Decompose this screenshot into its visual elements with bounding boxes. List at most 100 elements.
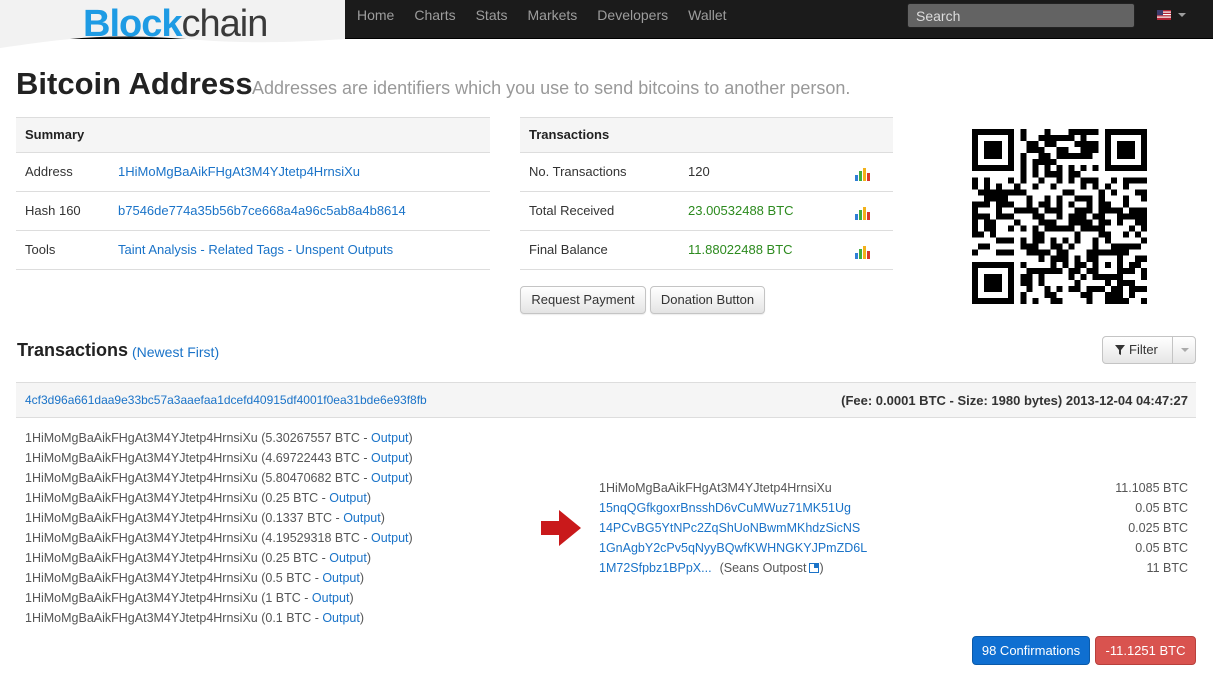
qr-module: [1092, 147, 1099, 154]
qr-module: [1086, 153, 1093, 160]
qr-module: [1128, 279, 1135, 286]
qr-module: [1014, 207, 1021, 214]
qr-module: [1020, 291, 1027, 298]
qr-module: [1032, 165, 1039, 172]
output-link[interactable]: Output: [329, 551, 367, 565]
qr-module: [1062, 237, 1069, 244]
qr-module: [972, 219, 979, 226]
request-payment-button[interactable]: Request Payment: [520, 286, 646, 314]
bar-chart-icon[interactable]: [855, 167, 871, 181]
hash160-link[interactable]: b7546de774a35b56b7ce668a4a96c5ab8a4b8614: [118, 192, 406, 230]
qr-module: [990, 231, 997, 238]
qr-module: [1110, 177, 1117, 184]
qr-module: [1038, 213, 1045, 220]
qr-module: [1080, 291, 1087, 298]
nav-stats[interactable]: Stats: [466, 0, 518, 30]
bar-chart-icon[interactable]: [855, 206, 871, 220]
output-address-link[interactable]: 14PCvBG5YtNPc2ZqShUoNBwmMKhdzSicNS: [599, 521, 860, 535]
output-link[interactable]: Output: [329, 491, 367, 505]
qr-module: [1098, 285, 1105, 292]
qr-module: [1038, 147, 1045, 154]
output-link[interactable]: Output: [343, 511, 381, 525]
qr-module: [1134, 213, 1141, 220]
qr-module: [1020, 135, 1027, 142]
transaction-hash-link[interactable]: 4cf3d96a661daa9e33bc57a3aaefaa1dcefd4091…: [25, 393, 427, 407]
nav-home[interactable]: Home: [347, 0, 404, 30]
net-amount-badge[interactable]: -11.1251 BTC: [1095, 636, 1196, 665]
qr-module: [1134, 189, 1141, 196]
input-row: 1HiMoMgBaAikFHgAt3M4YJtetp4HrnsiXu (5.80…: [25, 468, 413, 488]
qr-module: [1020, 225, 1027, 232]
qr-module: [1050, 267, 1057, 274]
qr-module: [1014, 183, 1021, 190]
qr-module: [1104, 261, 1111, 268]
related-tags-link[interactable]: Related Tags: [208, 242, 284, 257]
qr-module: [1128, 213, 1135, 220]
qr-module: [1068, 165, 1075, 172]
filter-caret-icon[interactable]: [1181, 348, 1189, 352]
qr-module: [984, 177, 991, 184]
logo[interactable]: Blockchain: [0, 0, 345, 48]
qr-module: [1038, 201, 1045, 208]
nav-charts[interactable]: Charts: [404, 0, 465, 30]
output-link[interactable]: Output: [371, 431, 409, 445]
input-close: ): [380, 511, 385, 525]
qr-module: [1008, 177, 1015, 184]
output-link[interactable]: Output: [371, 471, 409, 485]
summary-row-tools: Tools Taint Analysis - Related Tags - Un…: [16, 231, 490, 270]
nav-developers[interactable]: Developers: [587, 0, 678, 30]
qr-module: [1080, 261, 1087, 268]
output-link[interactable]: Output: [312, 591, 350, 605]
donation-button[interactable]: Donation Button: [650, 286, 765, 314]
qr-module: [1110, 207, 1117, 214]
unspent-outputs-link[interactable]: Unspent Outputs: [296, 242, 394, 257]
output-address-link[interactable]: 15nqQGfkgoxrBnsshD6vCuMWuz71MK51Ug: [599, 501, 851, 515]
filter-button[interactable]: Filter: [1102, 336, 1196, 364]
language-caret-icon[interactable]: [1178, 13, 1186, 17]
qr-module: [1044, 207, 1051, 214]
search-input[interactable]: [907, 3, 1135, 28]
qr-module: [1026, 279, 1033, 286]
qr-module: [1056, 297, 1063, 304]
qr-module: [1056, 177, 1063, 184]
input-address: 1HiMoMgBaAikFHgAt3M4YJtetp4HrnsiXu: [25, 491, 258, 505]
address-link[interactable]: 1HiMoMgBaAikFHgAt3M4YJtetp4HrnsiXu: [118, 153, 360, 191]
input-close: ): [408, 471, 413, 485]
output-link[interactable]: Output: [322, 571, 360, 585]
qr-module: [1020, 177, 1027, 184]
qr-module: [1050, 159, 1057, 166]
qr-module: [1110, 291, 1117, 298]
output-link[interactable]: Output: [371, 451, 409, 465]
qr-module: [1062, 261, 1069, 268]
qr-module: [1050, 141, 1057, 148]
qr-module: [1020, 153, 1027, 160]
nav-wallet[interactable]: Wallet: [678, 0, 736, 30]
taint-analysis-link[interactable]: Taint Analysis: [118, 242, 197, 257]
newest-first-link[interactable]: (Newest First): [132, 344, 219, 360]
output-address-link[interactable]: 1M72Sfpbz1BPpX...: [599, 561, 712, 575]
qr-module: [1056, 165, 1063, 172]
qr-module: [984, 243, 991, 250]
qr-module: [1116, 213, 1123, 220]
qr-module: [1080, 225, 1087, 232]
transaction-inputs: 1HiMoMgBaAikFHgAt3M4YJtetp4HrnsiXu (5.30…: [25, 428, 413, 628]
qr-module: [1020, 207, 1027, 214]
qr-module: [1128, 225, 1135, 232]
qr-module: [996, 213, 1003, 220]
bar-chart-icon[interactable]: [855, 245, 871, 259]
qr-module: [1020, 189, 1027, 196]
qr-module: [1044, 135, 1051, 142]
us-flag-icon[interactable]: [1157, 10, 1171, 20]
output-address-link[interactable]: 1GnAgbY2cPv5qNyyBQwfKWHNGKYJPmZD6L: [599, 541, 867, 555]
qr-module: [1128, 267, 1135, 274]
output-link[interactable]: Output: [322, 611, 360, 625]
qr-module: [1122, 267, 1129, 274]
confirmations-badge[interactable]: 98 Confirmations: [972, 636, 1090, 665]
output-link[interactable]: Output: [371, 531, 409, 545]
nav-markets[interactable]: Markets: [518, 0, 588, 30]
qr-module: [1026, 195, 1033, 202]
external-link-icon[interactable]: [809, 563, 820, 573]
filter-main[interactable]: Filter: [1103, 337, 1173, 363]
qr-module: [1002, 201, 1009, 208]
qr-module: [1008, 213, 1015, 220]
